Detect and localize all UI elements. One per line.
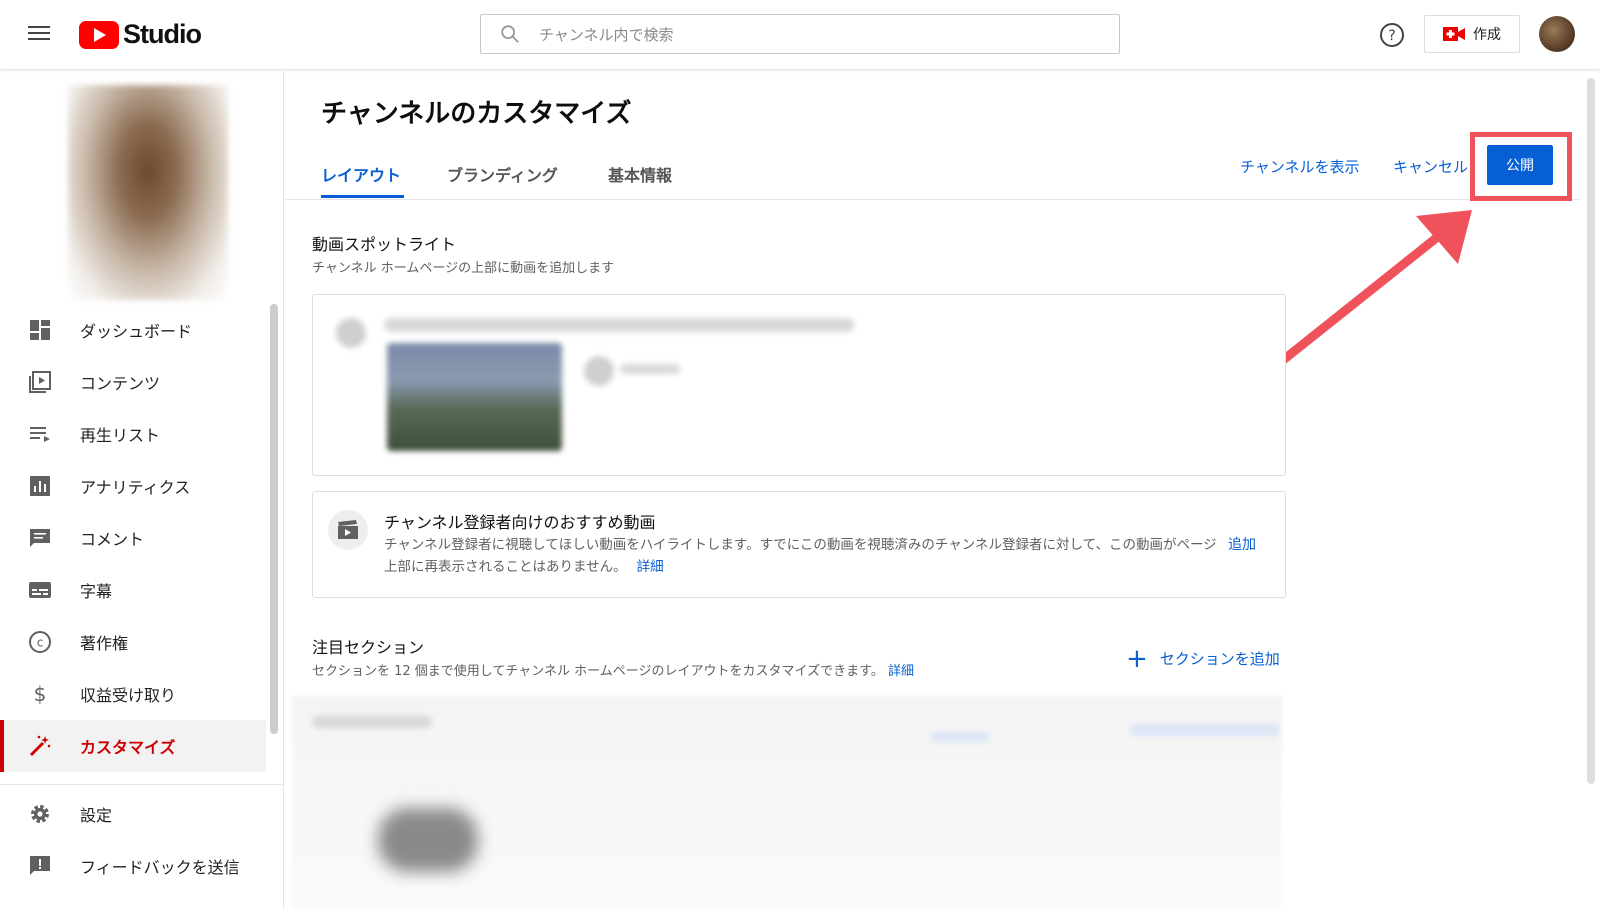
create-label: 作成 bbox=[1473, 27, 1501, 43]
magic-wand-icon bbox=[29, 735, 51, 757]
clapperboard-icon bbox=[338, 520, 358, 539]
sidebar-item-label: 収益受け取り bbox=[80, 686, 177, 705]
analytics-icon bbox=[30, 476, 50, 496]
svg-text:c: c bbox=[37, 636, 44, 650]
recommended-desc-text: チャンネル登録者に視聴してほしい動画をハイライトします。すでにこの動画を視聴済み… bbox=[384, 537, 1217, 575]
sidebar-item-dashboard[interactable]: ダッシュボード bbox=[0, 304, 266, 356]
help-icon[interactable]: ? bbox=[1379, 22, 1405, 48]
content-icon bbox=[29, 371, 51, 393]
sidebar-item-subtitles[interactable]: 字幕 bbox=[0, 564, 266, 616]
sidebar-item-label: アナリティクス bbox=[80, 478, 191, 497]
blurred-video-title bbox=[384, 318, 854, 332]
youtube-play-icon bbox=[79, 20, 119, 49]
sidebar-item-label: 著作権 bbox=[80, 634, 129, 653]
sidebar-item-label: カスタマイズ bbox=[80, 738, 176, 757]
dollar-icon: $ bbox=[34, 682, 47, 706]
add-section-button[interactable]: + セクションを追加 bbox=[1126, 643, 1280, 674]
account-avatar[interactable] bbox=[1539, 16, 1575, 52]
featured-sections-subtitle: セクションを 12 個まで使用してチャンネル ホームページのレイアウトをカスタマ… bbox=[312, 660, 914, 679]
search-icon bbox=[501, 25, 519, 43]
plus-icon: + bbox=[1126, 643, 1148, 674]
tabs-divider bbox=[285, 199, 1580, 200]
sidebar-item-customization[interactable]: カスタマイズ bbox=[0, 720, 266, 772]
create-button[interactable]: 作成 bbox=[1424, 15, 1520, 53]
recommended-description: チャンネル登録者に視聴してほしい動画をハイライトします。すでにこの動画を視聴済み… bbox=[384, 534, 1224, 578]
featured-sections-title: 注目セクション bbox=[312, 638, 425, 657]
blurred-section-thumbnail bbox=[378, 808, 478, 872]
recommended-video-icon-wrap bbox=[328, 510, 368, 550]
sidebar-item-label: 字幕 bbox=[80, 582, 113, 601]
sidebar-item-label: フィードバックを送信 bbox=[80, 858, 240, 877]
logo-text: Studio bbox=[123, 19, 202, 49]
comment-icon bbox=[30, 529, 50, 547]
sidebar-divider bbox=[0, 784, 284, 785]
spotlight-subtitle: チャンネル ホームページの上部に動画を追加します bbox=[312, 261, 615, 276]
featured-subtitle-text: セクションを 12 個まで使用してチャンネル ホームページのレイアウトをカスタマ… bbox=[312, 664, 884, 679]
cancel-button[interactable]: キャンセル bbox=[1393, 156, 1468, 177]
blurred-meta-icon bbox=[584, 356, 614, 386]
video-camera-icon bbox=[1443, 27, 1465, 41]
recommended-details-link[interactable]: 詳細 bbox=[637, 559, 664, 575]
sidebar-item-content[interactable]: コンテンツ bbox=[0, 356, 266, 408]
blurred-section-action bbox=[1130, 724, 1280, 736]
search-input[interactable]: チャンネル内で検索 bbox=[539, 24, 674, 45]
copyright-icon: c bbox=[29, 631, 51, 653]
channel-avatar[interactable] bbox=[68, 85, 228, 300]
search-box[interactable]: チャンネル内で検索 bbox=[480, 14, 1120, 54]
blurred-channel-icon bbox=[336, 318, 366, 348]
add-section-label: セクションを追加 bbox=[1159, 650, 1280, 668]
blurred-section-name bbox=[312, 716, 432, 728]
tab-branding[interactable]: ブランディング bbox=[447, 162, 558, 186]
sidebar-item-feedback[interactable]: フィードバックを送信 bbox=[0, 840, 266, 892]
subtitles-icon bbox=[29, 582, 51, 598]
featured-details-link[interactable]: 詳細 bbox=[888, 664, 914, 679]
sidebar-scrollbar[interactable] bbox=[270, 304, 278, 734]
sidebar-item-label: 再生リスト bbox=[80, 426, 161, 445]
page-title: チャンネルのカスタマイズ bbox=[321, 99, 632, 129]
sidebar-item-copyright[interactable]: c 著作権 bbox=[0, 616, 266, 668]
sidebar-item-earn[interactable]: $ 収益受け取り bbox=[0, 668, 266, 720]
dashboard-icon bbox=[30, 320, 50, 340]
youtube-studio-logo[interactable]: Studio bbox=[79, 19, 202, 50]
sidebar-item-label: コンテンツ bbox=[80, 374, 161, 393]
active-tab-indicator bbox=[321, 195, 404, 198]
main-scrollbar[interactable] bbox=[1587, 78, 1595, 784]
top-bar: Studio チャンネル内で検索 ? 作成 bbox=[0, 0, 1600, 70]
gear-icon bbox=[31, 805, 49, 823]
playlist-icon bbox=[30, 427, 50, 442]
sidebar: ダッシュボード コンテンツ 再生リスト アナリティクス コメント 字幕 c 著作… bbox=[0, 71, 284, 909]
sidebar-item-label: コメント bbox=[80, 530, 145, 549]
tab-basic-info[interactable]: 基本情報 bbox=[608, 162, 672, 186]
blurred-video-thumbnail bbox=[387, 343, 562, 451]
svg-text:?: ? bbox=[1388, 28, 1395, 44]
recommended-add-button[interactable]: 追加 bbox=[1228, 534, 1256, 554]
feedback-icon bbox=[30, 856, 50, 875]
hamburger-menu-icon[interactable] bbox=[26, 22, 52, 48]
blurred-section-link bbox=[930, 732, 990, 742]
recommended-title: チャンネル登録者向けのおすすめ動画 bbox=[384, 513, 656, 532]
blurred-meta-text bbox=[620, 364, 680, 374]
tab-layout[interactable]: レイアウト bbox=[321, 162, 401, 186]
spotlight-title: 動画スポットライト bbox=[312, 235, 457, 254]
annotation-highlight-box bbox=[1470, 132, 1572, 201]
sidebar-item-analytics[interactable]: アナリティクス bbox=[0, 460, 266, 512]
sidebar-item-playlists[interactable]: 再生リスト bbox=[0, 408, 266, 460]
sidebar-item-settings[interactable]: 設定 bbox=[0, 788, 266, 840]
svg-text:$: $ bbox=[34, 682, 47, 706]
sidebar-item-label: 設定 bbox=[80, 806, 113, 825]
sidebar-item-comments[interactable]: コメント bbox=[0, 512, 266, 564]
sidebar-item-label: ダッシュボード bbox=[80, 322, 193, 341]
view-channel-button[interactable]: チャンネルを表示 bbox=[1240, 156, 1360, 177]
